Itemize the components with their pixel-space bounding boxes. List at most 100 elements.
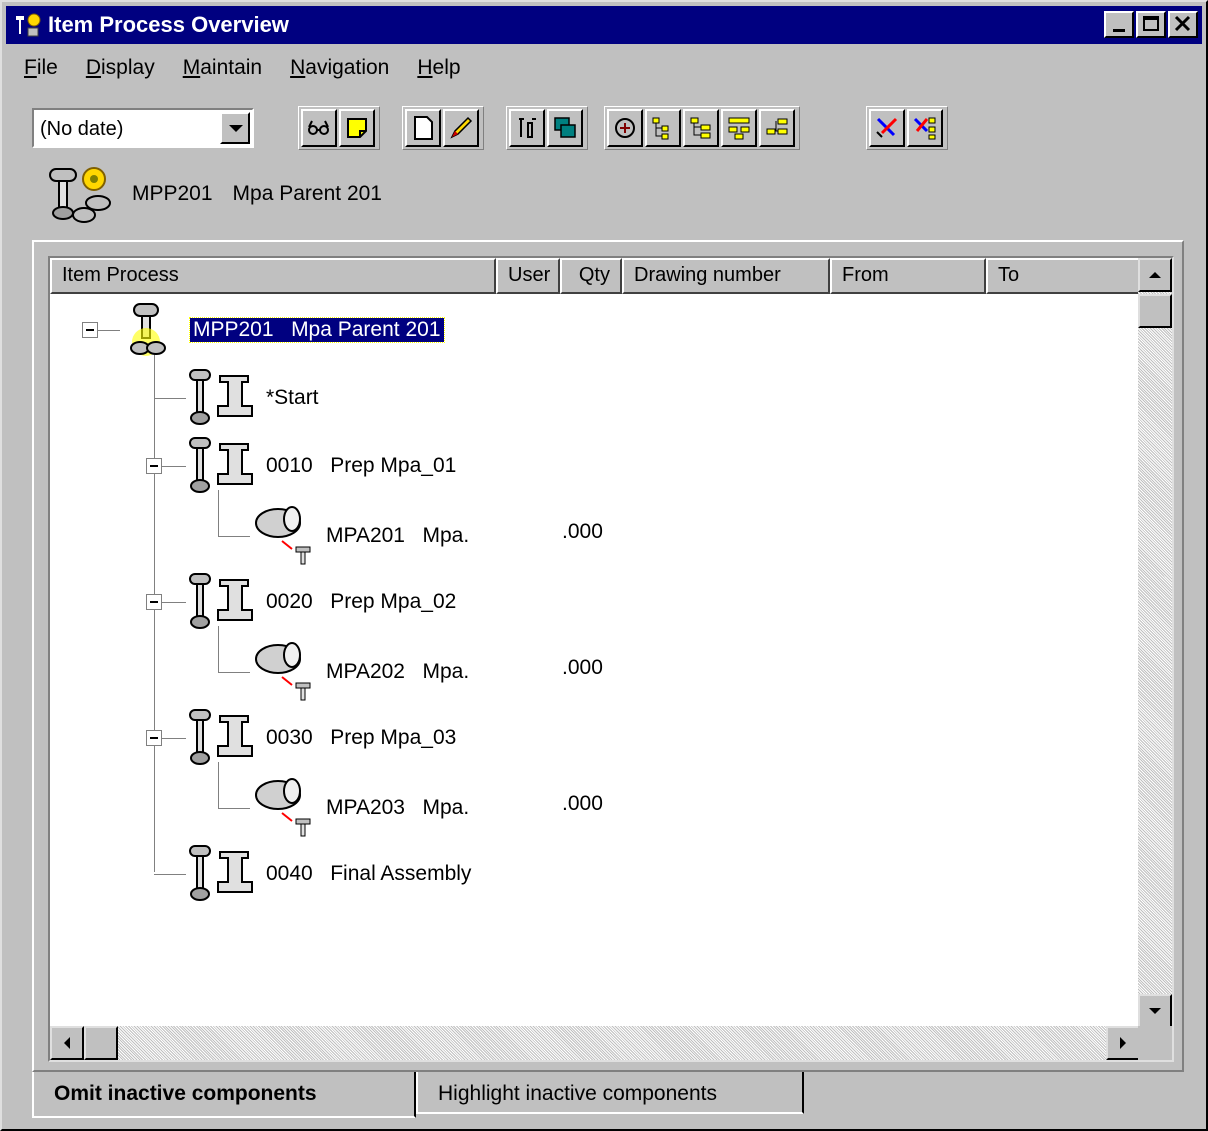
scroll-left-button[interactable] (50, 1026, 84, 1060)
date-dropdown-button[interactable] (220, 112, 250, 144)
tree-node-component-mpa201[interactable]: MPA201 Mpa. (252, 504, 469, 568)
operation-label: 0020 Prep Mpa_02 (266, 590, 457, 613)
tree-node-operation-0030[interactable]: 0030 Prep Mpa_03 (186, 706, 456, 770)
tree-node-root[interactable]: MPP201 Mpa Parent 201 (126, 298, 445, 362)
operation-0030-collapse-toggle[interactable] (146, 730, 162, 746)
material-component-icon (255, 642, 311, 701)
operation-label: 0040 Final Assembly (266, 862, 472, 885)
column-item-process[interactable]: Item Process (50, 258, 496, 294)
item-process-app-icon (12, 10, 44, 40)
toolbar-group-edit (402, 106, 484, 150)
arrow-down-icon (1149, 1008, 1161, 1014)
close-button[interactable] (1168, 11, 1198, 38)
toolbar-group-tree (604, 106, 800, 150)
scrollbar-corner (1138, 1026, 1172, 1060)
current-item-header: MPP201 Mpa Parent 201 (48, 162, 382, 226)
menu-file-label: ile (36, 56, 58, 79)
column-from[interactable]: From (830, 258, 986, 294)
material-component-icon (255, 506, 311, 565)
component-label: MPA203 Mpa. (326, 796, 470, 819)
where-used-tree-button[interactable] (907, 109, 943, 147)
scroll-up-button[interactable] (1138, 258, 1172, 292)
tree-expand-button[interactable] (645, 109, 681, 147)
column-to[interactable]: To (986, 258, 1140, 294)
arrow-up-icon (1149, 272, 1161, 278)
tree-line (218, 808, 250, 809)
tree-node-operation-0040[interactable]: 0040 Final Assembly (186, 842, 471, 906)
tree-collapse-icon (766, 118, 788, 135)
horizontal-scrollbar[interactable] (50, 1026, 1140, 1060)
arrow-right-icon (1120, 1037, 1126, 1049)
column-qty[interactable]: Qty (560, 258, 622, 294)
maximize-button[interactable] (1136, 11, 1166, 38)
windows-icon (554, 117, 576, 138)
tree-node-operation-0020[interactable]: 0020 Prep Mpa_02 (186, 570, 456, 634)
edit-pencil-button[interactable] (443, 109, 479, 147)
process-lookup-button[interactable] (607, 109, 643, 147)
item-process-icon (49, 167, 111, 223)
scroll-right-button[interactable] (1106, 1026, 1140, 1060)
root-node-label: MPP201 Mpa Parent 201 (189, 317, 445, 343)
menu-navigation-mnemonic: N (290, 56, 306, 79)
operation-icon (189, 369, 253, 425)
date-select[interactable]: (No date) (32, 108, 254, 148)
menu-file[interactable]: File (22, 54, 60, 86)
new-document-icon (414, 116, 433, 140)
operation-label: 0010 Prep Mpa_01 (266, 454, 457, 477)
tree-level-icon (690, 117, 711, 139)
new-document-button[interactable] (405, 109, 441, 147)
item-process-tree-view[interactable]: Item Process User Qty Drawing number Fro… (48, 256, 1174, 1062)
menu-help[interactable]: Help (415, 54, 462, 86)
root-collapse-toggle[interactable] (82, 322, 98, 338)
where-used-icon (876, 117, 898, 138)
tree-node-component-mpa203[interactable]: MPA203 Mpa. (252, 776, 469, 840)
minimize-icon (1113, 29, 1125, 32)
vertical-scrollbar[interactable] (1138, 258, 1172, 1028)
operation-icon (189, 573, 253, 629)
tree-line (98, 330, 120, 331)
maximize-icon (1143, 16, 1159, 31)
column-user[interactable]: User (496, 258, 560, 294)
note-button[interactable] (339, 109, 375, 147)
menu-help-mnemonic: H (417, 56, 433, 79)
tree-branch-button[interactable] (721, 109, 757, 147)
window-title: Item Process Overview (48, 12, 289, 37)
tree-level-button[interactable] (683, 109, 719, 147)
tree-branch-icon (728, 117, 750, 140)
operation-icon (189, 437, 253, 493)
tree-line (218, 672, 250, 673)
minimize-button[interactable] (1104, 11, 1134, 38)
tree-node-operation-0010[interactable]: 0010 Prep Mpa_01 (186, 434, 456, 498)
horizontal-scroll-thumb[interactable] (84, 1026, 118, 1060)
menu-navigation[interactable]: Navigation (288, 54, 391, 86)
vertical-scroll-thumb[interactable] (1138, 294, 1172, 328)
structure-icon (519, 118, 536, 138)
menu-maintain-label: aintain (200, 56, 263, 79)
structure-button[interactable] (509, 109, 545, 147)
menu-display[interactable]: Display (84, 54, 157, 86)
close-icon (1174, 15, 1191, 32)
tree-collapse-button[interactable] (759, 109, 795, 147)
operation-0010-collapse-toggle[interactable] (146, 458, 162, 474)
menu-display-label: isplay (101, 56, 155, 79)
menu-navigation-label: avigation (305, 56, 390, 79)
process-lookup-icon (615, 118, 635, 138)
tree-line (154, 874, 186, 875)
windows-button[interactable] (547, 109, 583, 147)
tree-node-component-mpa202[interactable]: MPA202 Mpa. (252, 640, 469, 704)
menu-maintain[interactable]: Maintain (181, 54, 264, 86)
where-used-button[interactable] (869, 109, 905, 147)
tab-omit-inactive-components[interactable]: Omit inactive components (32, 1072, 416, 1118)
glasses-icon (308, 120, 329, 135)
scroll-down-button[interactable] (1138, 994, 1172, 1028)
title-bar[interactable]: Item Process Overview (6, 6, 1202, 44)
root-node-code: MPP201 (193, 318, 274, 341)
menu-help-label: elp (432, 56, 461, 79)
tab-highlight-inactive-components[interactable]: Highlight inactive components (416, 1072, 804, 1114)
view-glasses-button[interactable] (301, 109, 337, 147)
current-item-name: Mpa Parent 201 (232, 182, 382, 205)
column-drawing-number[interactable]: Drawing number (622, 258, 830, 294)
tree-node-start[interactable]: *Start (186, 366, 319, 430)
arrow-left-icon (64, 1037, 70, 1049)
operation-0020-collapse-toggle[interactable] (146, 594, 162, 610)
